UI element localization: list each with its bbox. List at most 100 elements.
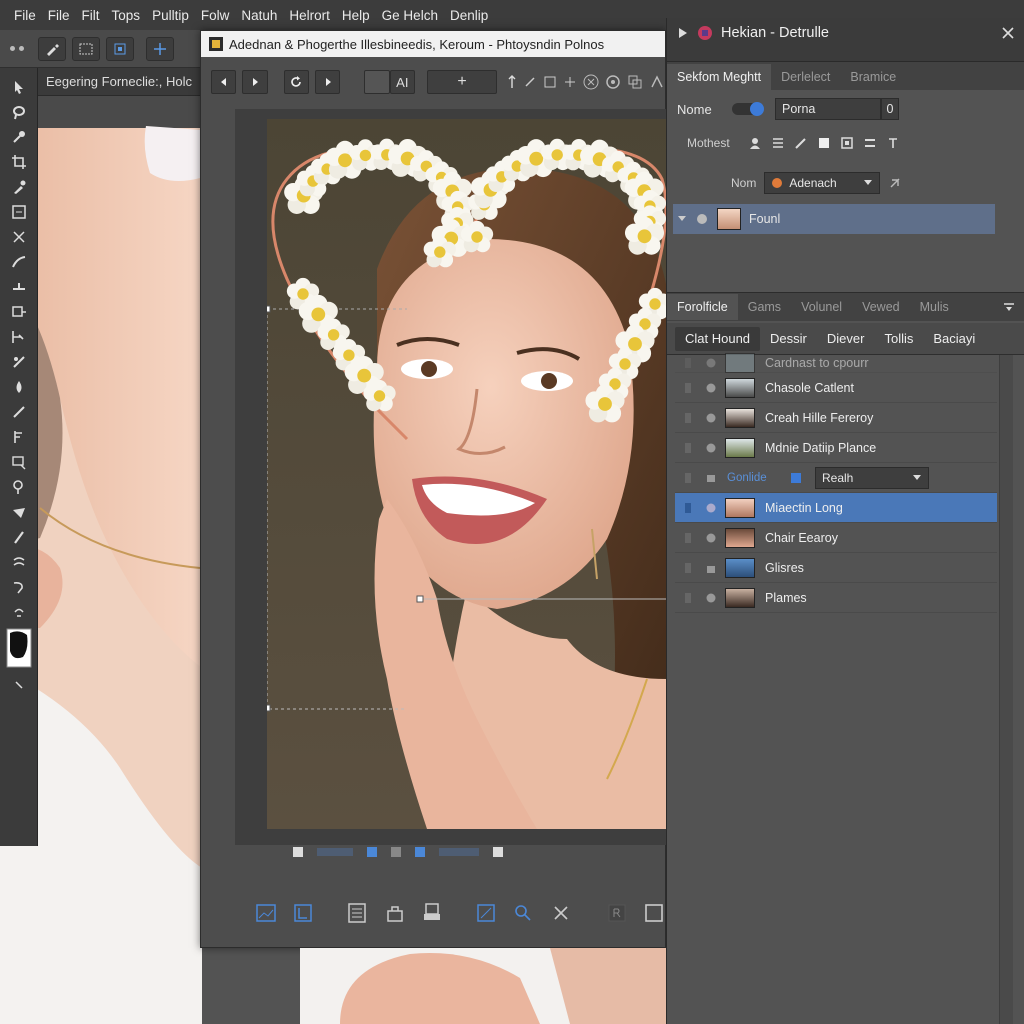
gradient-tool-icon[interactable]	[0, 349, 38, 374]
list-icon[interactable]	[771, 136, 785, 150]
tab-forolficle[interactable]: Forolficle	[667, 294, 738, 320]
grid-icon[interactable]	[146, 36, 174, 61]
layer-visibility-icon[interactable]	[675, 357, 701, 369]
menu-folw[interactable]: Folw	[195, 8, 236, 23]
brush-icon[interactable]	[38, 36, 66, 61]
image-icon[interactable]	[255, 900, 277, 926]
layer-visibility-icon[interactable]	[675, 472, 701, 484]
close-circle-icon[interactable]	[583, 74, 599, 90]
tab-volunel[interactable]: Volunel	[791, 294, 852, 320]
layer-row[interactable]: Cardnast to cpourr	[675, 352, 997, 373]
blend-select[interactable]: Realh	[815, 466, 929, 489]
layer-lock-icon[interactable]	[701, 412, 721, 424]
pen-icon[interactable]	[794, 136, 808, 150]
layer-row[interactable]: Chasole Catlent	[675, 373, 997, 403]
adjust-icon[interactable]	[293, 900, 315, 926]
layer-lock-icon[interactable]	[701, 357, 721, 369]
rotate-view-icon[interactable]	[0, 574, 38, 599]
play-icon[interactable]	[314, 70, 341, 94]
selection-icon[interactable]	[72, 36, 100, 61]
menu-natuh[interactable]: Natuh	[235, 8, 283, 23]
copy-icon[interactable]	[627, 74, 643, 90]
fx-icon[interactable]	[649, 74, 665, 90]
tab-gams[interactable]: Gams	[738, 294, 791, 320]
layer-visibility-icon[interactable]	[675, 442, 701, 454]
form-select[interactable]: Adenach	[764, 172, 881, 194]
tab-vewed[interactable]: Vewed	[852, 294, 910, 320]
stamp-tool-icon[interactable]	[0, 274, 38, 299]
align-icon[interactable]	[863, 136, 877, 150]
layer-row[interactable]: Creah Hille Fereroy	[675, 403, 997, 433]
r-icon[interactable]	[606, 900, 628, 926]
lasso-tool-icon[interactable]	[0, 99, 38, 124]
dots-icon[interactable]	[10, 46, 32, 51]
layer-visibility-icon[interactable]	[675, 562, 701, 574]
type-icon[interactable]	[886, 136, 900, 150]
layer-row[interactable]: Chair Eearoy	[675, 523, 997, 553]
eyedropper-icon[interactable]	[0, 174, 38, 199]
link-icon[interactable]	[888, 176, 902, 190]
layer-lock-icon[interactable]	[701, 382, 721, 394]
text-tool-button[interactable]: AI	[389, 70, 415, 94]
name-input[interactable]: Porna	[775, 98, 881, 120]
tab-dessir[interactable]: Dessir	[760, 331, 817, 346]
quick-mask-icon[interactable]	[0, 672, 38, 697]
document-title-bar[interactable]: Adednan & Phogerthe Illesbineedis, Kerou…	[201, 31, 665, 57]
print-icon[interactable]	[421, 900, 443, 926]
frame-tool-icon[interactable]	[0, 199, 38, 224]
eraser-tool-icon[interactable]	[0, 324, 38, 349]
layer-visibility-icon[interactable]	[675, 382, 701, 394]
menu-filt[interactable]: Filt	[76, 8, 106, 23]
quick-select-icon[interactable]	[0, 124, 38, 149]
layer-lock-icon[interactable]	[701, 592, 721, 604]
visibility-icon[interactable]	[695, 212, 709, 226]
close-panel-icon[interactable]	[1002, 27, 1014, 39]
layer-lock-icon[interactable]	[701, 472, 721, 484]
more-tools-icon[interactable]	[0, 599, 38, 624]
layers-scrollbar[interactable]	[999, 355, 1013, 1024]
refresh-icon[interactable]	[283, 70, 309, 94]
menu-help[interactable]: Help	[336, 8, 376, 23]
tab-baciayi[interactable]: Baciayi	[923, 331, 985, 346]
color-swatches[interactable]	[0, 624, 38, 672]
toggle-icon[interactable]	[731, 99, 767, 119]
square-icon[interactable]	[643, 900, 665, 926]
forward-arrow-icon[interactable]	[242, 70, 268, 94]
menu-file[interactable]: File	[8, 8, 42, 23]
document-icon[interactable]	[346, 900, 368, 926]
bag-icon[interactable]	[384, 900, 406, 926]
tab-mulis[interactable]: Mulis	[910, 294, 959, 320]
back-arrow-icon[interactable]	[211, 70, 237, 94]
move-tool-icon[interactable]	[0, 74, 38, 99]
layer-row[interactable]: Glisres	[675, 553, 997, 583]
layer-visibility-icon[interactable]	[675, 502, 701, 514]
pen-tool-icon[interactable]	[0, 424, 38, 449]
layer-visibility-icon[interactable]	[675, 412, 701, 424]
path-select-icon[interactable]	[0, 474, 38, 499]
fill-square-icon[interactable]	[817, 136, 831, 150]
add-button[interactable]: +	[426, 70, 497, 94]
menu-tops[interactable]: Tops	[106, 8, 147, 23]
tab-tollis[interactable]: Tollis	[874, 331, 923, 346]
number-input[interactable]: 0	[881, 98, 899, 120]
canvas-photo[interactable]	[267, 119, 667, 829]
menu-file-2[interactable]: File	[42, 8, 76, 23]
close-icon[interactable]	[550, 900, 572, 926]
frame-icon[interactable]	[840, 136, 854, 150]
crop-tool-icon[interactable]	[0, 149, 38, 174]
layer-row[interactable]: Plames	[675, 583, 997, 613]
arrow-up-icon[interactable]	[507, 75, 517, 89]
layer-lock-icon[interactable]	[701, 562, 721, 574]
layer-visibility-icon[interactable]	[675, 592, 701, 604]
tab-bramice[interactable]: Bramice	[840, 64, 906, 90]
tool-icon-c[interactable]	[563, 75, 577, 89]
layer-row[interactable]: Mdnie Datiip Plance	[675, 433, 997, 463]
blur-tool-icon[interactable]	[0, 374, 38, 399]
brush-tool-icon[interactable]	[0, 249, 38, 274]
settings-icon[interactable]	[605, 74, 621, 90]
person-icon[interactable]	[748, 136, 762, 150]
zoom-tool-icon[interactable]	[0, 549, 38, 574]
blank-box[interactable]	[364, 70, 390, 94]
right-panel-header[interactable]: Hekian - Detrulle	[667, 18, 1024, 48]
menu-denlip[interactable]: Denlip	[444, 8, 494, 23]
